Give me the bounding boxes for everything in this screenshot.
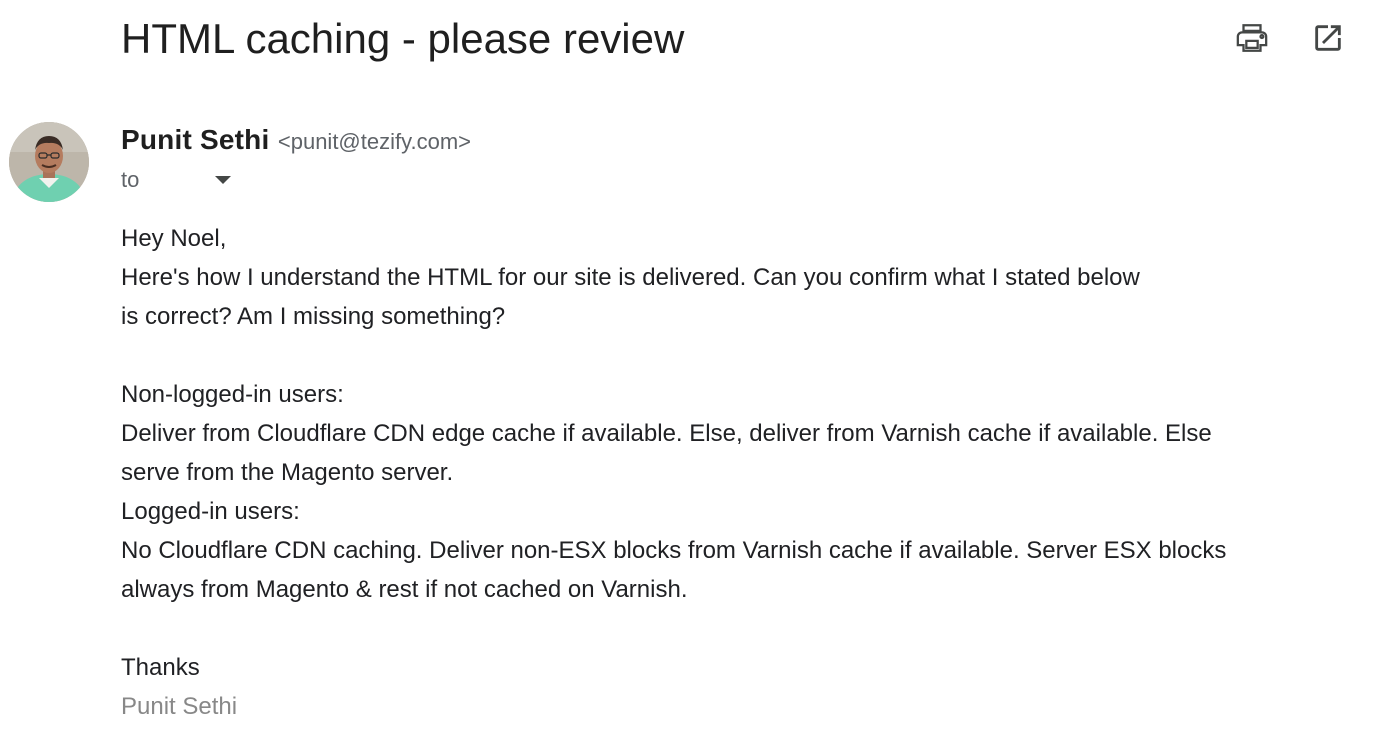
print-button[interactable]	[1232, 18, 1272, 58]
open-in-new-window-button[interactable]	[1308, 18, 1348, 58]
email-toolbar	[1232, 18, 1348, 58]
sender-name[interactable]: Punit Sethi	[121, 124, 269, 155]
nonlogged-heading: Non-logged-in users:	[121, 381, 344, 408]
email-body: Hey Noel, Here's how I understand the HT…	[121, 219, 1351, 726]
to-label: to	[121, 167, 140, 192]
intro-line-1: Here's how I understand the HTML for our…	[121, 264, 1140, 291]
intro-line-2: is correct? Am I missing something?	[121, 303, 506, 330]
avatar-photo	[9, 122, 89, 202]
logged-heading: Logged-in users:	[121, 498, 300, 525]
signature: Punit Sethi	[121, 693, 238, 720]
recipients-dropdown-button[interactable]	[209, 166, 237, 194]
nonlogged-line-2: serve from the Magento server.	[121, 459, 454, 486]
logged-line-1: No Cloudflare CDN caching. Deliver non-E…	[121, 537, 1227, 564]
sender-email: <punit@tezify.com>	[277, 129, 471, 154]
nonlogged-line-1: Deliver from Cloudflare CDN edge cache i…	[121, 420, 1212, 447]
email-subject: HTML caching - please review	[121, 15, 685, 62]
logged-line-2: always from Magento & rest if not cached…	[121, 576, 688, 603]
open-in-new-icon	[1311, 21, 1345, 55]
closing: Thanks	[121, 654, 200, 681]
greeting: Hey Noel,	[121, 225, 227, 252]
print-icon	[1235, 21, 1269, 55]
recipients-line: to	[121, 166, 237, 194]
sender-info: Punit Sethi <punit@tezify.com>	[121, 124, 471, 156]
sender-avatar[interactable]	[9, 122, 89, 202]
arrow-drop-down-icon	[215, 176, 232, 184]
